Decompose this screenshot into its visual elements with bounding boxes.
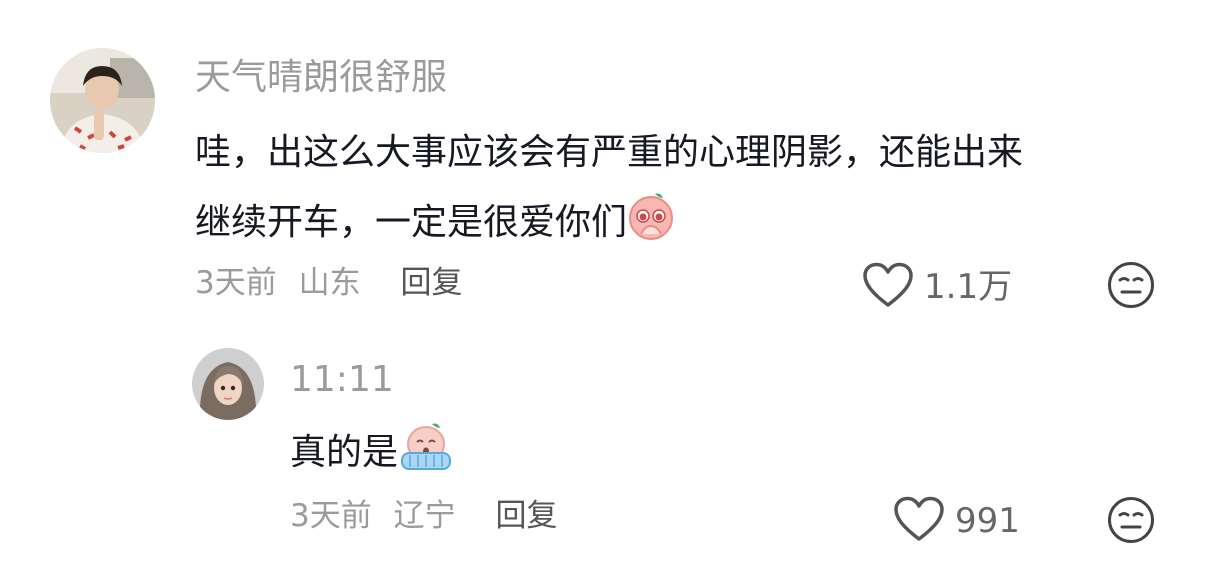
comment-meta: 3天前 辽宁 回复 [290,498,557,534]
like-count: 991 [955,501,1020,541]
crying-face-emoji [398,420,454,486]
comment-time: 3天前 [290,498,372,534]
like-count: 1.1万 [924,267,1013,307]
reply-button[interactable]: 回复 [495,498,557,534]
reply-comment-item: 11:11 真的是 3天前 辽宁 回复 991 [0,330,1206,572]
heart-outline-icon [893,496,945,546]
comment-username[interactable]: 天气晴朗很舒服 [195,58,447,98]
comment-location: 辽宁 [393,498,456,534]
comment-username[interactable]: 11:11 [290,360,394,400]
like-button[interactable]: 991 [893,496,1020,546]
like-button[interactable]: 1.1万 [862,262,1012,312]
comment-text: 真的是 [290,432,399,473]
comment-text: 继续开车，一定是很爱你们 [195,202,628,243]
comment-text-line-1: 哇，出这么大事应该会有严重的心理阴影，还能出来 [195,132,1024,173]
comment-location: 山东 [298,265,361,301]
heart-outline-icon [862,262,914,312]
reply-button[interactable]: 回复 [400,265,462,301]
comment-text-line-1: 真的是 [290,420,454,486]
avatar[interactable] [50,48,155,153]
avatar[interactable] [192,348,264,420]
comment-text-line-2: 继续开车，一定是很爱你们 [195,190,675,256]
comment-item: 天气晴朗很舒服 哇，出这么大事应该会有严重的心理阴影，还能出来 继续开车，一定是… [0,0,1206,330]
comment-meta: 3天前 山东 回复 [195,265,462,301]
meh-face-icon[interactable] [1107,261,1155,309]
pleading-face-emoji [627,190,675,256]
comment-time: 3天前 [195,265,277,301]
meh-face-icon[interactable] [1107,496,1155,544]
